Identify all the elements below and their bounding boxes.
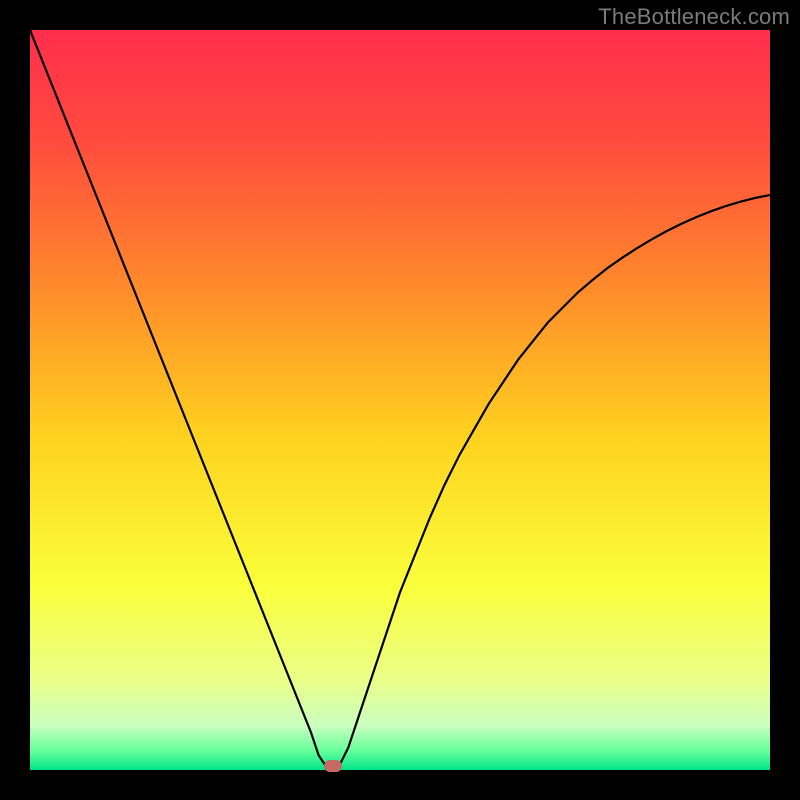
plot-area bbox=[30, 30, 770, 770]
chart-background bbox=[30, 30, 770, 770]
watermark-text: TheBottleneck.com bbox=[598, 4, 790, 30]
chart-frame: TheBottleneck.com bbox=[0, 0, 800, 800]
chart-svg bbox=[30, 30, 770, 770]
optimal-point-marker bbox=[324, 760, 342, 772]
